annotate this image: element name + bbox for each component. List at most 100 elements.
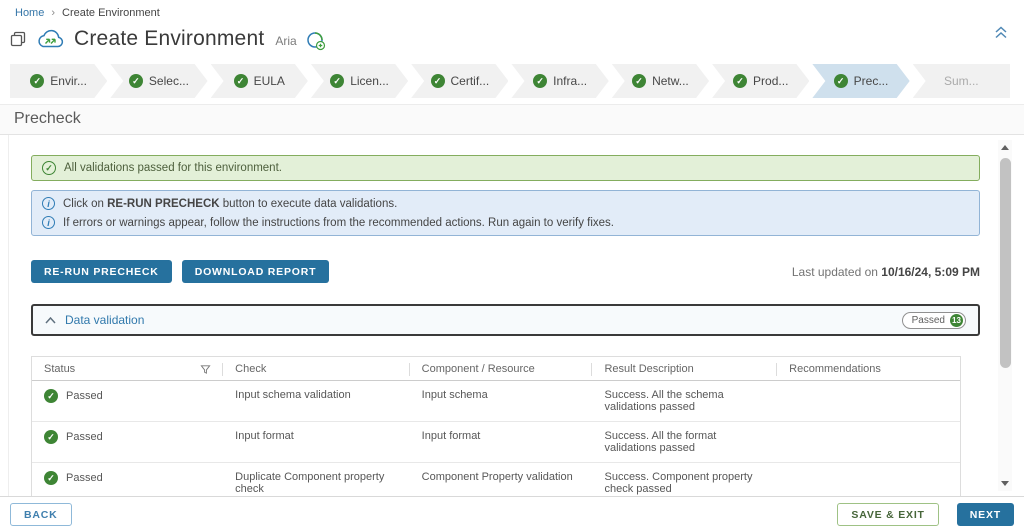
step-label: Selec... xyxy=(149,74,189,88)
wizard-step-select[interactable]: ✓ Selec... xyxy=(110,64,207,98)
cell-status: ✓Passed xyxy=(32,422,223,463)
success-alert: ✓ All validations passed for this enviro… xyxy=(31,155,980,181)
cell-check: Input schema validation xyxy=(223,381,410,422)
page-header: Home › Create Environment Create Environ… xyxy=(0,0,1024,98)
passed-icon: ✓ xyxy=(44,389,58,403)
step-label: EULA xyxy=(254,74,285,88)
vertical-scrollbar[interactable] xyxy=(998,140,1012,491)
step-label: Prec... xyxy=(854,74,889,88)
info-text-1: Click on RE-RUN PRECHECK button to execu… xyxy=(63,198,397,210)
badge-label: Passed xyxy=(912,315,945,326)
cell-check: Input format xyxy=(223,422,410,463)
step-label: Licen... xyxy=(350,74,389,88)
info-line-1: i Click on RE-RUN PRECHECK button to exe… xyxy=(42,197,397,210)
save-and-exit-button[interactable]: SAVE & EXIT xyxy=(837,503,938,526)
wizard-step-eula[interactable]: ✓ EULA xyxy=(211,64,308,98)
cell-status: ✓Passed xyxy=(32,381,223,422)
cell-result: Success. All the schema validations pass… xyxy=(592,381,777,422)
title-row: Create Environment Aria xyxy=(10,24,1010,54)
wizard-step-summary[interactable]: Sum... xyxy=(913,64,1010,98)
passed-badge: Passed 13 xyxy=(902,312,966,329)
column-header-component: Component / Resource xyxy=(410,357,593,381)
step-label: Netw... xyxy=(652,74,689,88)
column-header-recommendations: Recommendations xyxy=(777,357,960,381)
product-label: Aria xyxy=(275,34,296,48)
info-text-2: If errors or warnings appear, follow the… xyxy=(63,217,614,229)
next-button[interactable]: NEXT xyxy=(957,503,1014,526)
step-label: Prod... xyxy=(753,74,788,88)
cell-component: Input format xyxy=(410,422,593,463)
scroll-up-arrow-icon[interactable] xyxy=(1001,145,1009,150)
badge-count: 13 xyxy=(950,314,963,327)
back-button[interactable]: BACK xyxy=(10,503,72,526)
cell-component: Component Property validation xyxy=(410,463,593,497)
cell-component: Input schema xyxy=(410,381,593,422)
wizard-step-precheck[interactable]: ✓ Prec... xyxy=(812,64,909,98)
check-circle-icon: ✓ xyxy=(129,74,143,88)
cell-recommendations xyxy=(777,422,960,463)
caret-up-icon xyxy=(45,317,56,324)
actions-row: RE-RUN PRECHECK DOWNLOAD REPORT Last upd… xyxy=(31,260,980,283)
check-circle-icon: ✓ xyxy=(632,74,646,88)
column-header-check: Check xyxy=(223,357,410,381)
breadcrumb-home-link[interactable]: Home xyxy=(15,7,44,19)
aria-logo-icon xyxy=(306,31,326,51)
passed-icon: ✓ xyxy=(44,430,58,444)
check-circle-icon: ✓ xyxy=(533,74,547,88)
multi-window-icon[interactable] xyxy=(10,31,26,47)
cell-check: Duplicate Component property check xyxy=(223,463,410,497)
cell-status: ✓Passed xyxy=(32,463,223,497)
precheck-content: ✓ All validations passed for this enviro… xyxy=(8,135,1024,496)
wizard-step-network[interactable]: ✓ Netw... xyxy=(612,64,709,98)
cell-result: Success. All the format validations pass… xyxy=(592,422,777,463)
filter-icon[interactable] xyxy=(200,364,211,375)
cell-recommendations xyxy=(777,381,960,422)
step-label: Sum... xyxy=(944,74,979,88)
download-report-button[interactable]: DOWNLOAD REPORT xyxy=(182,260,330,283)
wizard-step-license[interactable]: ✓ Licen... xyxy=(311,64,408,98)
data-validation-accordion-header[interactable]: Data validation Passed 13 xyxy=(31,304,980,336)
wizard-step-environment[interactable]: ✓ Envir... xyxy=(10,64,107,98)
scroll-down-arrow-icon[interactable] xyxy=(1001,481,1009,486)
wizard-footer: BACK SAVE & EXIT NEXT xyxy=(0,496,1024,532)
column-header-result: Result Description xyxy=(592,357,777,381)
check-circle-icon: ✓ xyxy=(234,74,248,88)
table-row: ✓Passed Duplicate Component property che… xyxy=(32,463,960,497)
scrollbar-thumb[interactable] xyxy=(1000,158,1011,368)
column-header-status: Status xyxy=(32,357,223,381)
wizard-steps: ✓ Envir... ✓ Selec... ✓ EULA ✓ Licen... ✓ Cer… xyxy=(10,64,1010,98)
section-title: Precheck xyxy=(0,104,1024,135)
validation-table: Status Check Component / Resource Result… xyxy=(31,356,961,496)
step-label: Certif... xyxy=(451,74,490,88)
step-label: Infra... xyxy=(553,74,587,88)
breadcrumb-separator-icon: › xyxy=(51,7,55,19)
environment-cloud-icon xyxy=(35,29,65,50)
step-label: Envir... xyxy=(50,74,87,88)
table-row: ✓Passed Input schema validation Input sc… xyxy=(32,381,960,422)
info-alert: i Click on RE-RUN PRECHECK button to exe… xyxy=(31,190,980,236)
success-alert-text: All validations passed for this environm… xyxy=(64,162,282,174)
check-circle-icon: ✓ xyxy=(733,74,747,88)
check-circle-icon: ✓ xyxy=(431,74,445,88)
info-icon: i xyxy=(42,216,55,229)
wizard-step-products[interactable]: ✓ Prod... xyxy=(712,64,809,98)
check-circle-icon: ✓ xyxy=(330,74,344,88)
wizard-step-infrastructure[interactable]: ✓ Infra... xyxy=(511,64,608,98)
check-circle-icon: ✓ xyxy=(30,74,44,88)
wizard-step-certificate[interactable]: ✓ Certif... xyxy=(411,64,508,98)
breadcrumb-current: Create Environment xyxy=(62,7,160,19)
collapse-chevrons-icon[interactable] xyxy=(994,26,1008,39)
last-updated: Last updated on 10/16/24, 5:09 PM xyxy=(792,265,980,279)
accordion-title: Data validation xyxy=(65,313,144,327)
passed-icon: ✓ xyxy=(44,471,58,485)
info-line-2: i If errors or warnings appear, follow t… xyxy=(42,216,614,229)
cell-recommendations xyxy=(777,463,960,497)
breadcrumb: Home › Create Environment xyxy=(10,5,1010,20)
info-icon: i xyxy=(42,197,55,210)
success-check-icon: ✓ xyxy=(42,161,56,175)
table-row: ✓Passed Input format Input format Succes… xyxy=(32,422,960,463)
rerun-precheck-button[interactable]: RE-RUN PRECHECK xyxy=(31,260,172,283)
table-header-row: Status Check Component / Resource Result… xyxy=(32,357,960,381)
page-title: Create Environment xyxy=(74,27,264,51)
check-circle-icon: ✓ xyxy=(834,74,848,88)
